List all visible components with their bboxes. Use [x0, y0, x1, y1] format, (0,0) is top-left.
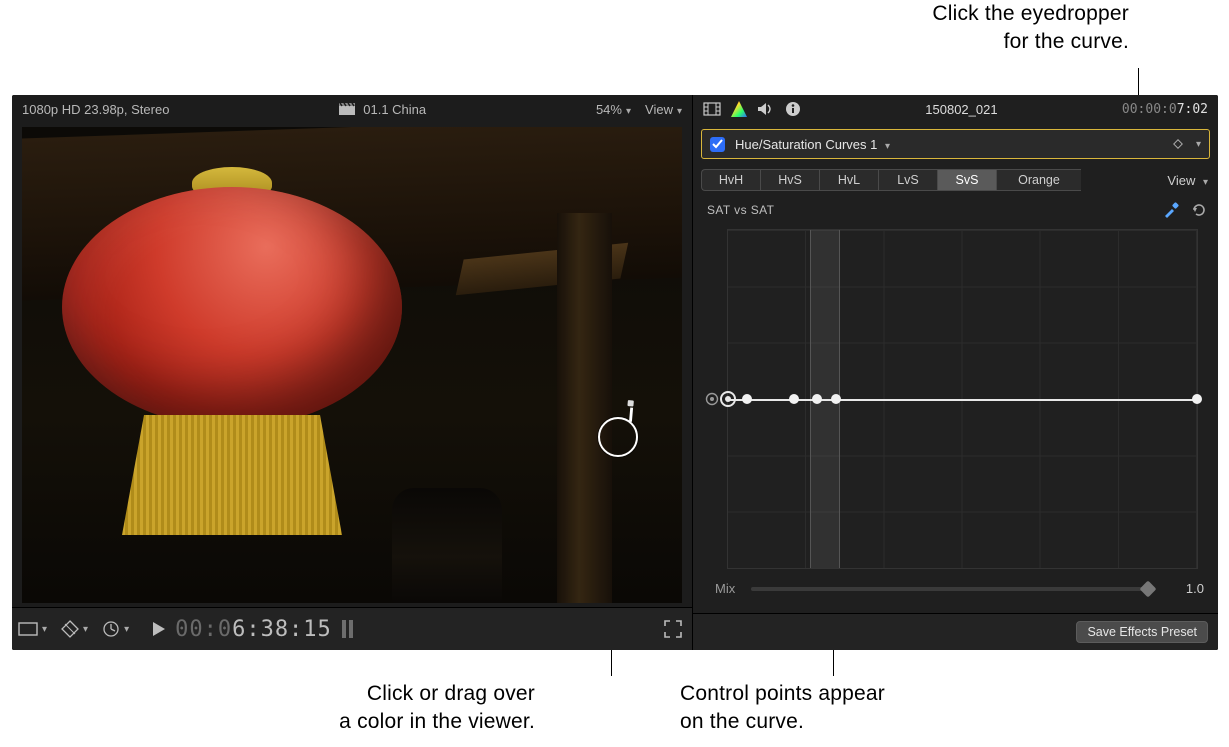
save-effects-preset-button[interactable]: Save Effects Preset	[1076, 621, 1208, 643]
fullscreen-icon[interactable]	[664, 620, 682, 638]
callout-line: for the curve.	[1004, 30, 1129, 53]
chevron-down-icon: ▾	[1203, 177, 1208, 188]
view-menu[interactable]: View▾	[645, 102, 682, 117]
tab-hvs[interactable]: HvS	[760, 169, 819, 191]
clip-name: 01.1 China	[363, 102, 426, 117]
effect-enable-checkbox[interactable]	[710, 137, 725, 152]
chevron-down-icon: ▾	[124, 624, 129, 635]
effect-name-menu[interactable]: Hue/Saturation Curves 1 ▾	[735, 137, 890, 152]
step-frames-button[interactable]	[342, 620, 353, 638]
frame-size-menu-icon[interactable]: ▾	[18, 622, 47, 636]
viewer-toolbar: ▾ ▾ ▾ 00:06:38:15	[12, 607, 692, 650]
chevron-down-icon[interactable]: ▾	[1196, 139, 1201, 150]
mix-label: Mix	[715, 581, 735, 596]
color-inspector-icon[interactable]	[731, 101, 747, 117]
curve-editor[interactable]	[703, 223, 1208, 575]
curve-endpoint-left[interactable]	[720, 391, 736, 407]
mix-slider[interactable]	[751, 587, 1148, 591]
callout-line: a color in the viewer.	[339, 710, 535, 733]
video-inspector-icon[interactable]	[703, 102, 721, 116]
eyedropper-cursor[interactable]	[598, 417, 638, 457]
callout-line: on the curve.	[680, 710, 804, 733]
inspector-pane: 150802_021 00:00:07:02 Hue/Saturation Cu…	[692, 95, 1218, 650]
callout-control-points: Control points appear on the curve.	[680, 680, 980, 737]
chevron-down-icon: ▾	[42, 624, 47, 635]
callout-line: Click the eyedropper	[932, 2, 1129, 25]
inspector-top-bar: 150802_021 00:00:07:02	[693, 95, 1218, 123]
viewer-pane: 1080p HD 23.98p, Stereo 01.1 China 54%▾ …	[12, 95, 692, 650]
chevron-down-icon: ▾	[885, 141, 890, 152]
callout-line: Click or drag over	[367, 682, 535, 705]
reset-icon[interactable]	[1190, 202, 1206, 218]
tab-hvh[interactable]: HvH	[701, 169, 760, 191]
mix-value: 1.0	[1164, 581, 1204, 596]
callout-line: Control points appear	[680, 682, 885, 705]
audio-inspector-icon[interactable]	[757, 102, 775, 116]
inspector-timecode: 00:00:07:02	[1122, 102, 1208, 117]
chevron-down-icon: ▾	[83, 624, 88, 635]
collapse-handle-icon[interactable]	[705, 392, 719, 406]
curve-grid	[727, 229, 1198, 569]
tab-hvl[interactable]: HvL	[819, 169, 878, 191]
viewer-timecode[interactable]: 00:06:38:15	[175, 617, 332, 642]
callout-viewer-pick: Click or drag over a color in the viewer…	[285, 680, 535, 737]
callout-eyedropper: Click the eyedropper for the curve.	[729, 0, 1129, 57]
chevron-down-icon: ▾	[626, 106, 631, 117]
viewer-top-bar: 1080p HD 23.98p, Stereo 01.1 China 54%▾ …	[12, 95, 692, 123]
curve-control-point[interactable]	[812, 394, 822, 404]
curve-control-point[interactable]	[789, 394, 799, 404]
curve-header: SAT vs SAT	[693, 191, 1218, 223]
tab-orange[interactable]: Orange	[996, 169, 1081, 191]
curve-title: SAT vs SAT	[707, 203, 774, 217]
clip-format-label: 1080p HD 23.98p, Stereo	[22, 102, 169, 117]
transform-tool-icon[interactable]: ▾	[61, 620, 88, 638]
viewer-canvas[interactable]	[22, 127, 682, 603]
inspector-footer: Save Effects Preset	[693, 613, 1218, 650]
tab-lvs[interactable]: LvS	[878, 169, 937, 191]
video-frame	[22, 127, 682, 603]
app-window: 1080p HD 23.98p, Stereo 01.1 China 54%▾ …	[12, 95, 1218, 650]
chevron-down-icon: ▾	[677, 106, 682, 117]
curve-control-point[interactable]	[742, 394, 752, 404]
keyframe-diamond-icon[interactable]	[1172, 138, 1184, 150]
mix-row: Mix 1.0	[693, 575, 1218, 596]
curve-control-point[interactable]	[831, 394, 841, 404]
eyedropper-icon[interactable]	[1162, 201, 1180, 219]
effect-header-row[interactable]: Hue/Saturation Curves 1 ▾ ▾	[701, 129, 1210, 159]
retime-menu-icon[interactable]: ▾	[102, 620, 129, 638]
tab-svs[interactable]: SvS	[937, 169, 996, 191]
clapperboard-icon	[339, 103, 355, 115]
slider-thumb[interactable]	[1140, 580, 1157, 597]
curve-endpoint-right[interactable]	[1192, 394, 1202, 404]
curve-tab-bar: HvH HvS HvL LvS SvS Orange View ▾	[701, 169, 1210, 191]
zoom-menu[interactable]: 54%▾	[596, 102, 631, 117]
info-inspector-icon[interactable]	[785, 101, 801, 117]
play-button-icon[interactable]	[153, 622, 165, 636]
curves-view-menu[interactable]: View ▾	[1167, 173, 1208, 188]
inspector-clip-name: 150802_021	[811, 102, 1112, 117]
